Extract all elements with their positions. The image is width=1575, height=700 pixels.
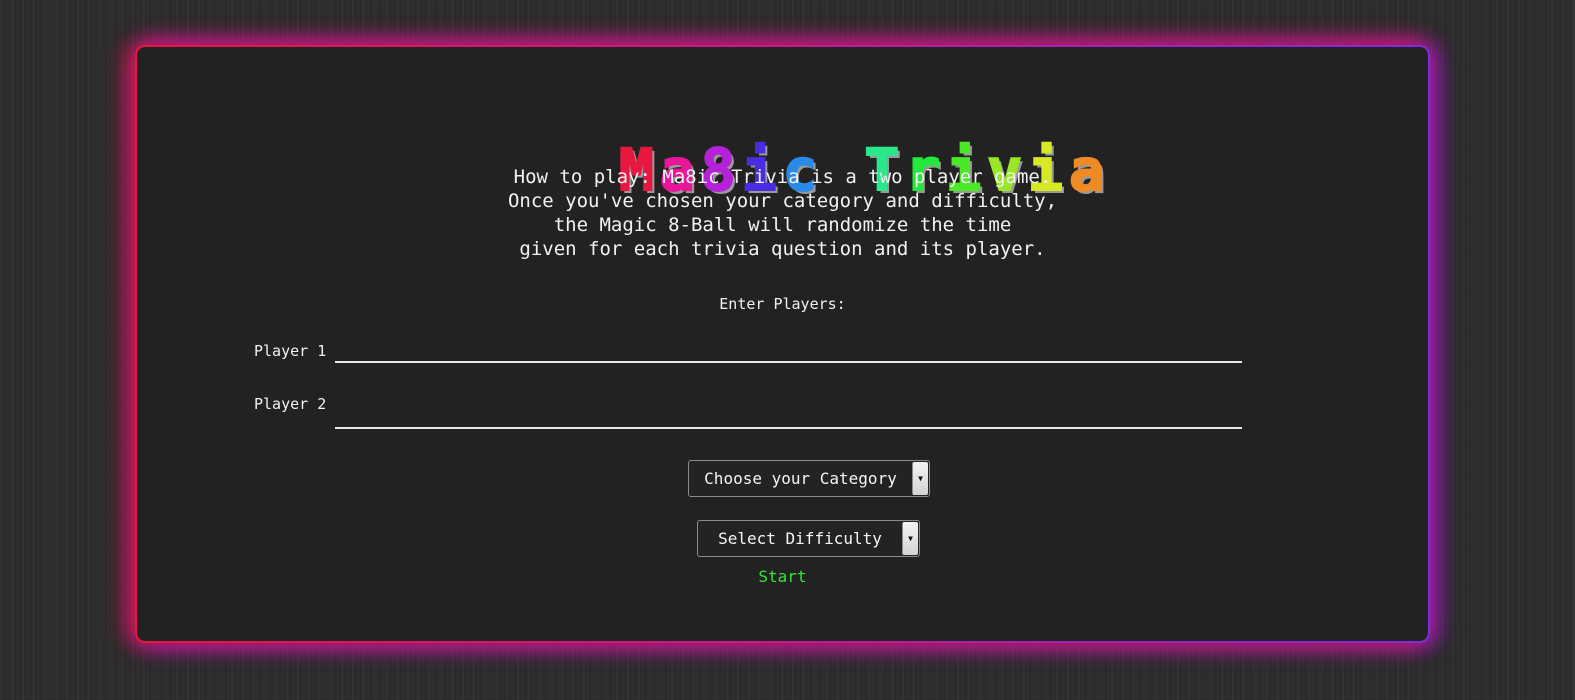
difficulty-select[interactable]: Select Difficulty ▼ xyxy=(697,520,920,557)
instruction-line: the Magic 8-Ball will randomize the time xyxy=(553,214,1012,236)
player-2-input[interactable] xyxy=(335,396,1242,429)
category-select[interactable]: Choose your Category ▼ xyxy=(688,460,930,497)
instruction-line: given for each trivia question and its p… xyxy=(519,238,1046,260)
instruction-line: How to play: Ma8ic Trivia is a two playe… xyxy=(513,166,1052,188)
player-2-row: Player 2 xyxy=(254,390,1244,429)
enter-players-heading: Enter Players: xyxy=(719,295,846,313)
difficulty-select-value: Select Difficulty xyxy=(718,529,882,548)
player-1-row: Player 1 xyxy=(254,337,1244,367)
instruction-line: Once you've chosen your category and dif… xyxy=(507,190,1058,212)
chevron-down-icon[interactable]: ▼ xyxy=(902,522,918,555)
player-1-input[interactable] xyxy=(335,337,1242,363)
player-1-label: Player 1 xyxy=(254,342,327,360)
player-2-label: Player 2 xyxy=(254,395,327,413)
chevron-down-icon[interactable]: ▼ xyxy=(912,462,928,495)
category-select-value: Choose your Category xyxy=(704,469,897,488)
game-panel: Ma8ic Trivia How to play: Ma8ic Trivia i… xyxy=(135,45,1430,643)
start-button[interactable]: Start xyxy=(137,567,1428,586)
how-to-play-text: How to play: Ma8ic Trivia is a two playe… xyxy=(137,165,1428,261)
